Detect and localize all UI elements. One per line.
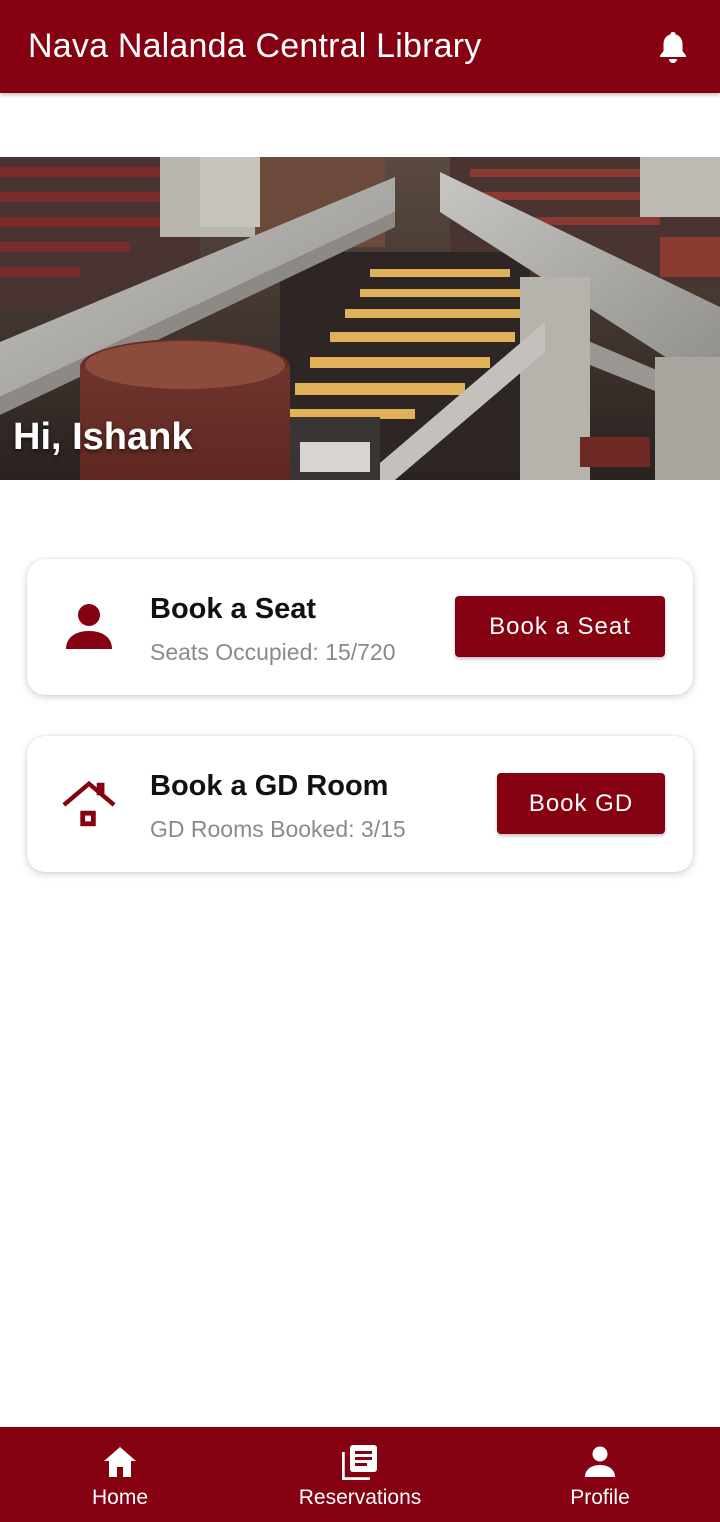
card-title: Book a GD Room — [150, 770, 389, 802]
book-seat-card: Book a Seat Seats Occupied: 15/720 Book … — [27, 559, 693, 695]
nav-item-profile[interactable]: Profile — [480, 1427, 720, 1522]
nav-label-reservations: Reservations — [298, 1485, 422, 1509]
bell-icon[interactable] — [656, 27, 690, 67]
person-icon — [61, 599, 117, 655]
house-icon — [61, 776, 117, 832]
nav-label-profile: Profile — [570, 1485, 630, 1509]
nav-item-home[interactable]: Home — [0, 1427, 240, 1522]
top-app-bar: Nava Nalanda Central Library — [0, 0, 720, 93]
book-gd-room-card: Book a GD Room GD Rooms Booked: 3/15 Boo… — [27, 736, 693, 872]
book-gd-button[interactable]: Book GD — [497, 773, 665, 834]
greeting-text: Hi, Ishank — [13, 416, 193, 458]
card-title: Book a Seat — [150, 593, 316, 625]
nav-item-reservations[interactable]: Reservations — [240, 1427, 480, 1522]
reservations-icon — [342, 1444, 378, 1480]
gd-rooms-booked-text: GD Rooms Booked: 3/15 — [150, 816, 406, 842]
app-root: Nava Nalanda Central Library Hi, Ishank … — [0, 0, 720, 1522]
nav-label-home: Home — [91, 1485, 149, 1509]
app-title: Nava Nalanda Central Library — [28, 27, 482, 65]
book-seat-button[interactable]: Book a Seat — [455, 596, 665, 657]
hero-library-image: Hi, Ishank — [0, 157, 720, 480]
bottom-navigation: Home Reservations Profile — [0, 1427, 720, 1522]
home-icon — [102, 1444, 138, 1480]
profile-icon — [582, 1444, 618, 1480]
seats-occupied-text: Seats Occupied: 15/720 — [150, 639, 396, 665]
